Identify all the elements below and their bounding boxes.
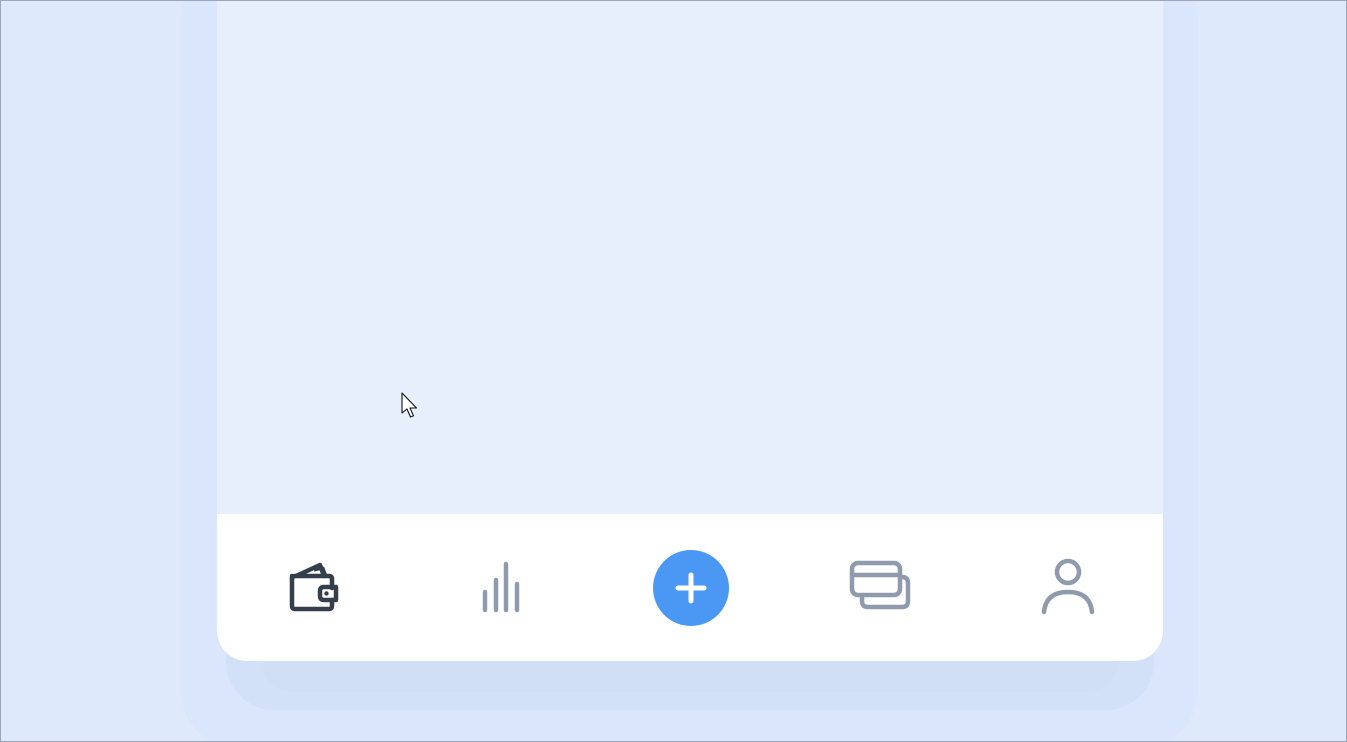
app-screen [217, 0, 1163, 661]
nav-add-button[interactable] [653, 550, 729, 626]
add-button-circle[interactable] [653, 550, 729, 626]
main-content-area[interactable] [217, 0, 1163, 514]
nav-statistics-button[interactable] [469, 554, 533, 618]
nav-profile-button[interactable] [1036, 554, 1100, 618]
bar-chart-icon [482, 561, 520, 613]
cards-icon [849, 560, 911, 610]
user-icon [1041, 558, 1095, 615]
nav-cards-button[interactable] [848, 554, 912, 618]
wallet-icon [289, 562, 339, 612]
nav-wallet-button[interactable] [280, 554, 344, 618]
plus-icon [675, 572, 707, 604]
bottom-navigation-bar [217, 514, 1163, 661]
